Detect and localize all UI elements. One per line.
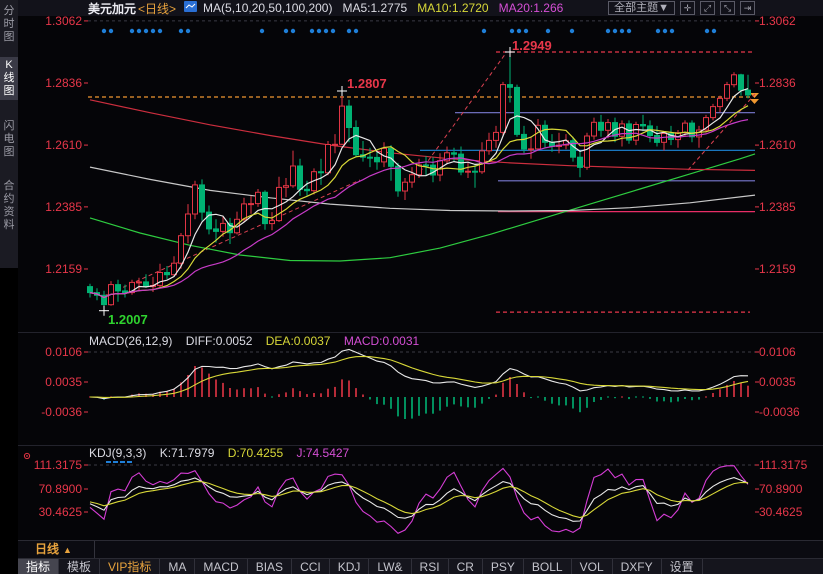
sidebar-item-flash-chart[interactable]: 闪电图 — [0, 118, 18, 161]
price-axis-label-right: 1.2159 — [759, 262, 796, 276]
macd-axis-label-right: -0.0036 — [759, 405, 800, 419]
kdj-axis-label-right: 30.4625 — [759, 505, 802, 519]
toolbar-item-MACD[interactable]: MACD — [195, 559, 247, 574]
price-axis-label-right: 1.2385 — [759, 200, 796, 214]
macd-axis-label-left: 0.0106 — [18, 345, 82, 359]
kdj-k-value: K:71.7979 — [160, 446, 215, 460]
toolbar-item-BOLL[interactable]: BOLL — [524, 559, 572, 574]
price-axis-label-left: 1.2159 — [18, 262, 82, 276]
price-axis-label-right: 1.2836 — [759, 76, 796, 90]
kdj-axis-label-left: 70.8900 — [18, 482, 82, 496]
price-axis-label-left: 1.3062 — [18, 14, 82, 28]
toolbar-item-VOL[interactable]: VOL — [572, 559, 613, 574]
toolbar-item-MA[interactable]: MA — [160, 559, 195, 574]
macd-title: MACD(26,12,9) — [89, 334, 172, 348]
period-tag[interactable]: <日线> — [138, 0, 176, 17]
kdj-axis-label-right: 70.8900 — [759, 482, 802, 496]
pan-icon[interactable]: ✛ — [680, 1, 695, 15]
kdj-axis-label-right: 111.3175 — [759, 458, 807, 472]
zoom-vertical-icon[interactable]: ⤡ — [720, 1, 735, 15]
macd-axis-label-left: 0.0035 — [18, 375, 82, 389]
toolbar-item-DXFY[interactable]: DXFY — [613, 559, 662, 574]
shift-right-icon[interactable]: ⇥ — [740, 1, 755, 15]
ma-params-label: MA(5,10,20,50,100,200) — [203, 1, 332, 15]
kdj-axis-label-left: 30.4625 — [18, 505, 82, 519]
kline-chart-icon — [184, 1, 197, 15]
toolbar-item-模板[interactable]: 模板 — [59, 559, 100, 574]
toolbar-item-RSI[interactable]: RSI — [412, 559, 449, 574]
macd-macd-value: MACD:0.0031 — [344, 334, 419, 348]
macd-header: MACD(26,12,9) DIFF:0.0052 DEA:0.0037 MAC… — [89, 334, 419, 348]
toolbar-item-CR[interactable]: CR — [449, 559, 483, 574]
macd-diff-value: DIFF:0.0052 — [186, 334, 253, 348]
top-bar: 美元加元 <日线> MA(5,10,20,50,100,200) MA5:1.2… — [18, 0, 823, 16]
kdj-title: KDJ(9,3,3) — [89, 446, 146, 460]
macd-dea-value: DEA:0.0037 — [266, 334, 331, 348]
kdj-j-value: J:74.5427 — [297, 446, 350, 460]
price-axis-label-left: 1.2610 — [18, 138, 82, 152]
left-sidebar: 分时图 K线图 闪电图 合约资料 — [0, 0, 18, 574]
price-axis-label-left: 1.2836 — [18, 76, 82, 90]
toolbar-item-CCI[interactable]: CCI — [292, 559, 330, 574]
sidebar-item-kline-chart[interactable]: K线图 — [0, 57, 18, 100]
annotation-high-1-2807: 1.2807 — [347, 76, 387, 91]
zoom-horizontal-icon[interactable]: ⤢ — [700, 1, 715, 15]
toolbar-item-LW&[interactable]: LW& — [369, 559, 411, 574]
toolbar-item-PSY[interactable]: PSY — [483, 559, 524, 574]
theme-dropdown-button[interactable]: 全部主题▼ — [608, 1, 675, 15]
price-axis-label-right: 1.3062 — [759, 14, 796, 28]
symbol-name: 美元加元 — [88, 0, 136, 17]
ma10-value: MA10:1.2720 — [417, 1, 488, 15]
indicator-toolbar: 指标模板VIP指标MAMACDBIASCCIKDJLW&RSICRPSYBOLL… — [18, 558, 823, 574]
price-axis-label-right: 1.2610 — [759, 138, 796, 152]
toolbar-item-VIP指标[interactable]: VIP指标 — [100, 559, 160, 574]
toolbar-item-指标[interactable]: 指标 — [18, 559, 59, 574]
price-axis-label-left: 1.2385 — [18, 200, 82, 214]
macd-axis-label-right: 0.0106 — [759, 345, 796, 359]
period-selector[interactable]: 日线▲ — [18, 541, 95, 558]
chart-canvas[interactable] — [0, 0, 823, 574]
annotation-low-1-2007: 1.2007 — [108, 312, 148, 327]
ma20-value: MA20:1.266 — [499, 1, 564, 15]
toolbar-item-KDJ[interactable]: KDJ — [330, 559, 370, 574]
date-axis-row: 日线▲ — [18, 540, 823, 559]
expand-triangle-icon: ▲ — [63, 545, 72, 555]
sidebar-item-time-chart[interactable]: 分时图 — [0, 3, 18, 46]
toolbar-item-BIAS[interactable]: BIAS — [248, 559, 292, 574]
annotation-high-1-2949: 1.2949 — [512, 38, 552, 53]
kdj-d-value: D:70.4255 — [228, 446, 283, 460]
toolbar-item-设置[interactable]: 设置 — [662, 559, 703, 574]
ma5-value: MA5:1.2775 — [342, 1, 407, 15]
kdj-header: KDJ(9,3,3) K:71.7979 D:70.4255 J:74.5427 — [89, 446, 349, 460]
chart-application: 1.3062 1.2836 1.2610 1.2385 1.2159 1.3062 1.28… — [0, 0, 823, 574]
macd-axis-label-right: 0.0035 — [759, 375, 796, 389]
sidebar-item-contract-info[interactable]: 合约资料 — [0, 178, 18, 234]
kdj-axis-label-left: 111.3175 — [18, 458, 82, 472]
macd-axis-label-left: -0.0036 — [18, 405, 82, 419]
